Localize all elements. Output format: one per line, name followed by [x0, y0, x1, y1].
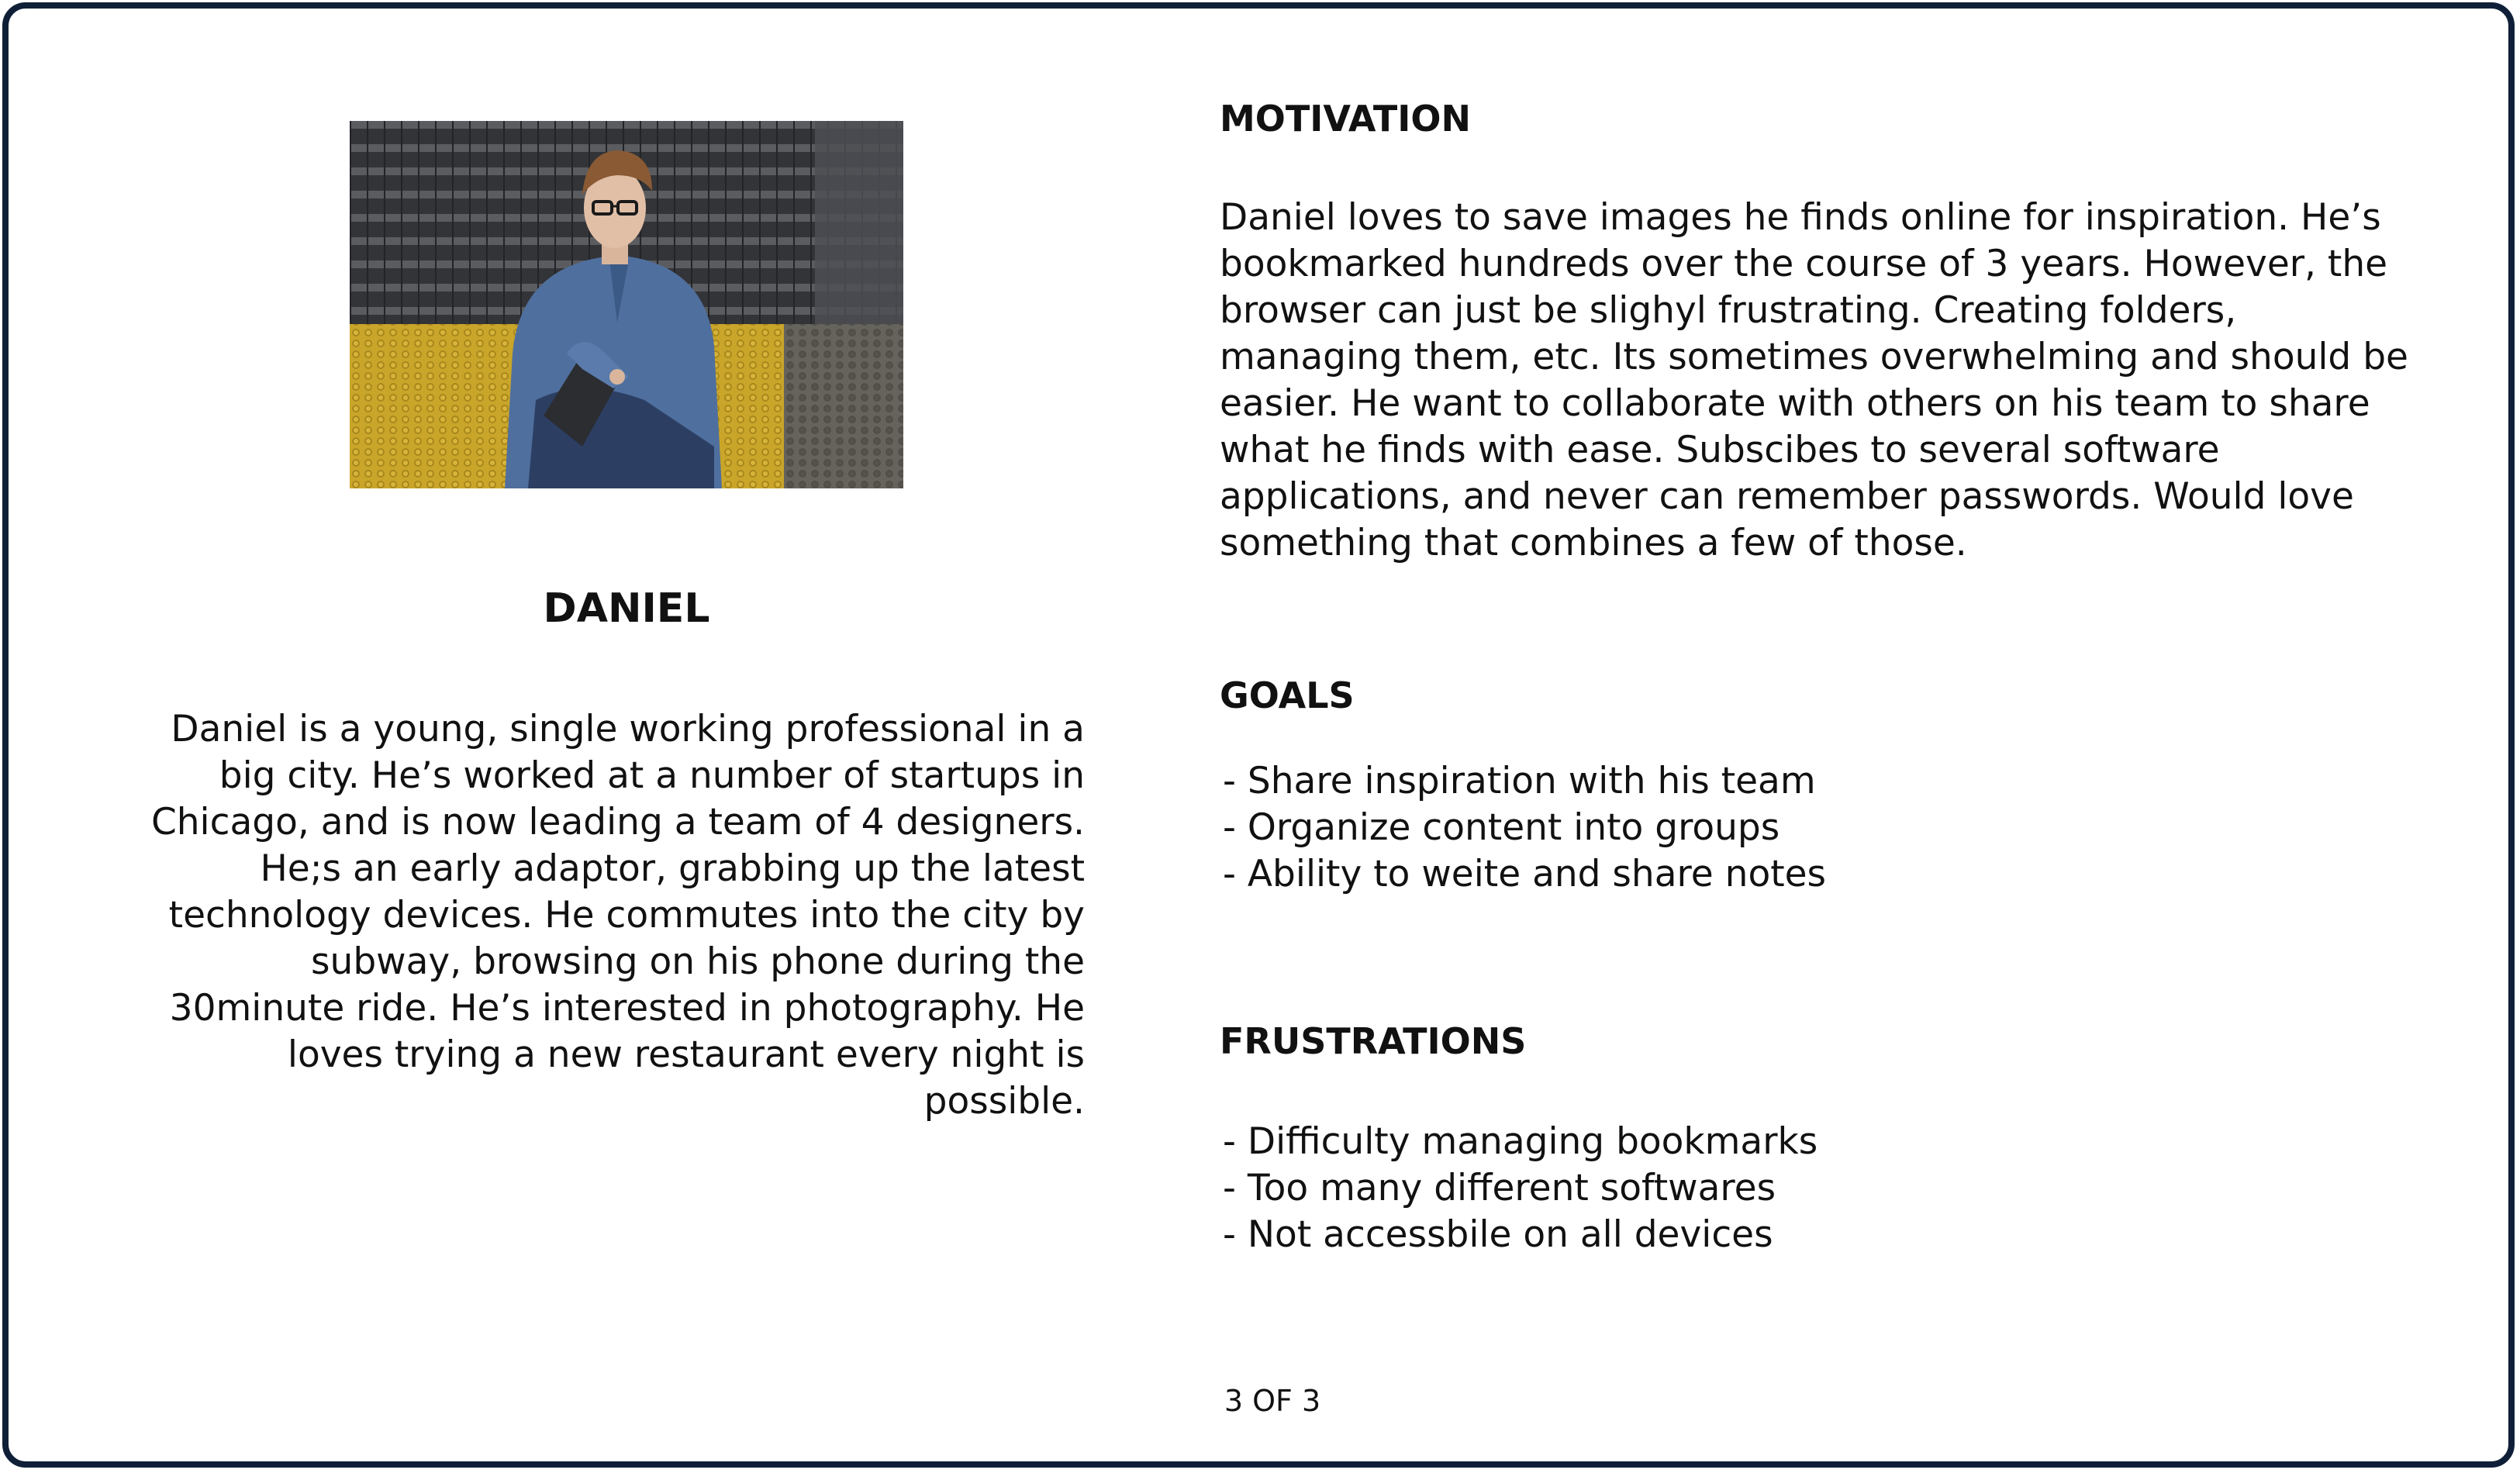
- persona-bio: Daniel is a young, single working profes…: [150, 708, 1085, 1123]
- persona-name: DANIEL: [543, 585, 710, 632]
- frustration-item: - Too many different softwares: [1223, 1167, 1776, 1209]
- motivation-heading: MOTIVATION: [1220, 98, 1471, 140]
- frustration-item: - Difficulty managing bookmarks: [1223, 1120, 1818, 1163]
- frustrations-list: - Difficulty managing bookmarks - Too ma…: [1223, 1119, 1818, 1258]
- persona-card: DANIEL Daniel is a young, single working…: [2, 2, 2515, 1468]
- goal-item: - Organize content into groups: [1223, 806, 1780, 849]
- persona-photo: [350, 121, 903, 488]
- goals-list: - Share inspiration with his team - Orga…: [1223, 758, 1826, 898]
- goals-heading: GOALS: [1220, 674, 1355, 716]
- page-number: 3 OF 3: [1224, 1384, 1321, 1418]
- persona-photo-illustration: [350, 121, 903, 488]
- frustrations-heading: FRUSTRATIONS: [1220, 1020, 1527, 1062]
- goal-item: - Ability to weite and share notes: [1223, 853, 1827, 895]
- frustration-item: - Not accessbile on all devices: [1223, 1213, 1773, 1256]
- goal-item: - Share inspiration with his team: [1223, 760, 1816, 802]
- motivation-text: Daniel loves to save images he finds onl…: [1220, 196, 2408, 564]
